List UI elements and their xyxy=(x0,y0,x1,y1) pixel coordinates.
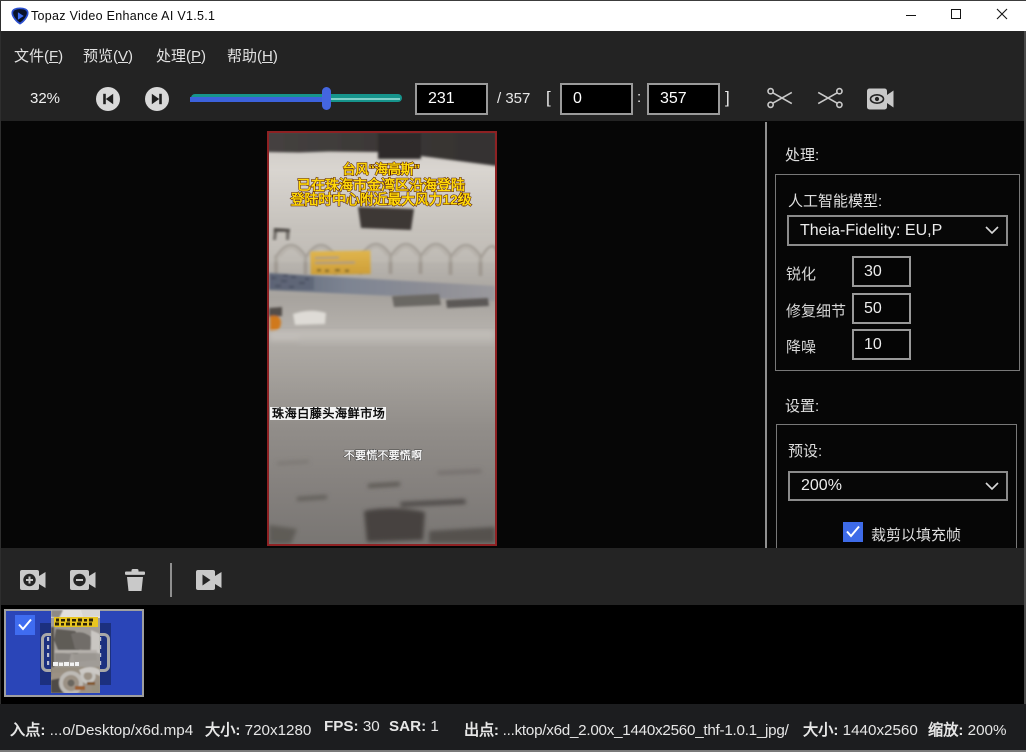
svg-text:不要慌不要慌啊: 不要慌不要慌啊 xyxy=(344,448,422,462)
svg-text:登陆时中心附近最大风力12级: 登陆时中心附近最大风力12级 xyxy=(290,192,473,208)
svg-text:珠海白藤头海鲜市场: 珠海白藤头海鲜市场 xyxy=(272,406,385,421)
svg-text:台风“海高斯”: 台风“海高斯” xyxy=(342,161,420,177)
